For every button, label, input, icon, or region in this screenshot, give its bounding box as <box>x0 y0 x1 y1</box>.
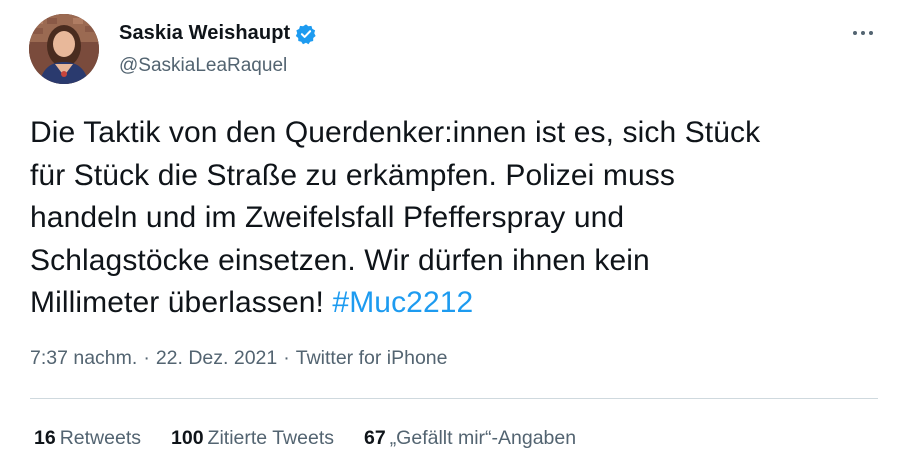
hashtag-link[interactable]: #Muc2212 <box>332 286 473 319</box>
quote-tweets-count: 100 <box>171 427 204 449</box>
likes-count: 67 <box>363 427 386 449</box>
likes-label: „Gefällt mir“-Angaben <box>389 427 577 449</box>
meta-separator: · <box>283 347 290 369</box>
engagement-stats: 16 Retweets 100 Zitierte Tweets 67 „Gefällt… <box>34 427 606 450</box>
tweet-card: Saskia Weishaupt @SaskiaLeaRaquel Die Ta… <box>0 0 909 466</box>
tweet-time[interactable]: 7:37 nachm. <box>30 347 137 369</box>
tweet-text-line: Schlagstöcke einsetzen. Wir dürfen ihnen… <box>30 243 650 277</box>
verified-badge-icon <box>295 23 317 45</box>
more-options-icon[interactable] <box>848 26 878 40</box>
retweets-count: 16 <box>34 427 56 449</box>
meta-separator: · <box>143 347 150 369</box>
likes-stat[interactable]: 67 „Gefällt mir“-Angaben <box>364 427 576 450</box>
tweet-text-line: Die Taktik von den Querdenker:innen ist … <box>30 116 761 149</box>
author-display-name[interactable]: Saskia Weishaupt <box>119 22 290 45</box>
tweet-text-line: für Stück die Straße zu erkämpfen. Poliz… <box>30 158 675 192</box>
quote-tweets-stat[interactable]: 100 Zitierte Tweets <box>171 427 334 450</box>
tweet-text-line-last: Millimeter überlassen! #Muc2212 <box>30 282 890 325</box>
author-handle[interactable]: @SaskiaLeaRaquel <box>119 55 287 77</box>
tweet-text-line: Millimeter überlassen! <box>30 286 333 319</box>
divider <box>30 398 878 399</box>
quote-tweets-label: Zitierte Tweets <box>207 427 334 449</box>
avatar[interactable] <box>29 14 99 84</box>
retweets-label: Retweets <box>59 427 141 449</box>
retweets-stat[interactable]: 16 Retweets <box>34 427 141 450</box>
tweet-text-line: handeln und im Zweifelsfall Pfefferspray… <box>30 201 625 234</box>
tweet-text: Die Taktik von den Querdenker:innen ist … <box>30 112 890 325</box>
author-name-row: Saskia Weishaupt <box>119 22 317 45</box>
tweet-metadata: 7:37 nachm. · 22. Dez. 2021 · Twitter for iP… <box>30 347 447 370</box>
tweet-date[interactable]: 22. Dez. 2021 <box>156 347 277 369</box>
tweet-source[interactable]: Twitter for iPhone <box>296 347 448 369</box>
